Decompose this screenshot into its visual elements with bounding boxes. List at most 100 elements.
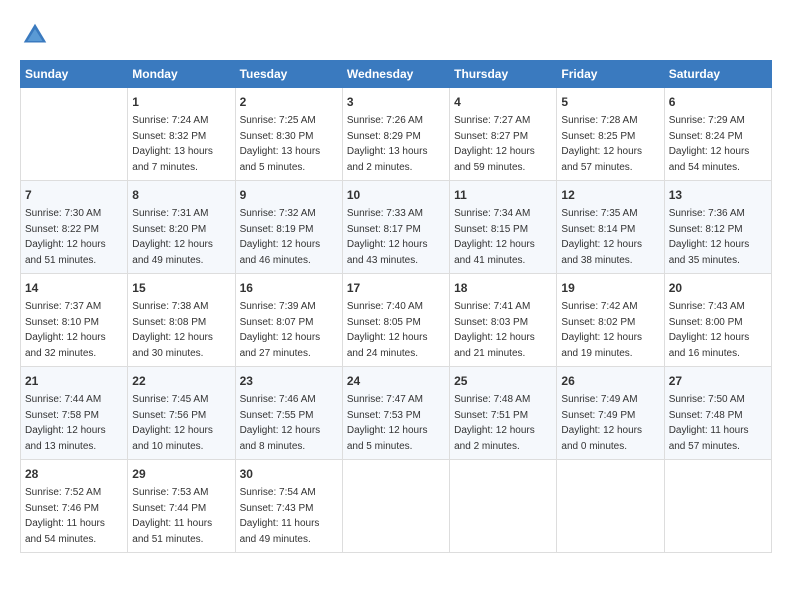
calendar-cell: 21 Sunrise: 7:44 AM Sunset: 7:58 PM Dayli… (21, 367, 128, 460)
calendar-cell: 18 Sunrise: 7:41 AM Sunset: 8:03 PM Dayli… (450, 274, 557, 367)
day-number: 25 (454, 372, 552, 390)
day-number: 9 (240, 186, 338, 204)
calendar-cell: 30Sunrise: 7:54 AM Sunset: 7:43 PM Dayli… (235, 460, 342, 553)
cell-content: Sunrise: 7:46 AM Sunset: 7:55 PM Dayligh… (240, 392, 338, 454)
day-number: 4 (454, 93, 552, 111)
cell-content: Sunrise: 7:42 AM Sunset: 8:02 PM Dayligh… (561, 299, 659, 361)
cell-content: Sunrise: 7:31 AM Sunset: 8:20 PM Dayligh… (132, 206, 230, 268)
calendar-cell: 24Sunrise: 7:47 AM Sunset: 7:53 PM Dayli… (342, 367, 449, 460)
calendar-cell: 3Sunrise: 7:26 AM Sunset: 8:29 PM Daylig… (342, 88, 449, 181)
calendar-cell (450, 460, 557, 553)
cell-content: Sunrise: 7:44 AM Sunset: 7:58 PM Dayligh… (25, 392, 123, 454)
cell-content: Sunrise: 7:34 AM Sunset: 8:15 PM Dayligh… (454, 206, 552, 268)
cell-content: Sunrise: 7:27 AM Sunset: 8:27 PM Dayligh… (454, 113, 552, 175)
calendar-cell (664, 460, 771, 553)
day-number: 18 (454, 279, 552, 297)
calendar-cell: 8 Sunrise: 7:31 AM Sunset: 8:20 PM Daylig… (128, 181, 235, 274)
column-header-monday: Monday (128, 61, 235, 88)
day-number: 21 (25, 372, 123, 390)
cell-content: Sunrise: 7:53 AM Sunset: 7:44 PM Dayligh… (132, 485, 230, 547)
day-number: 8 (132, 186, 230, 204)
week-row: 14Sunrise: 7:37 AM Sunset: 8:10 PM Dayli… (21, 274, 772, 367)
day-number: 26 (561, 372, 659, 390)
column-header-wednesday: Wednesday (342, 61, 449, 88)
calendar-cell: 25 Sunrise: 7:48 AM Sunset: 7:51 PM Dayli… (450, 367, 557, 460)
calendar-cell: 16 Sunrise: 7:39 AM Sunset: 8:07 PM Dayli… (235, 274, 342, 367)
day-number: 28 (25, 465, 123, 483)
cell-content: Sunrise: 7:35 AM Sunset: 8:14 PM Dayligh… (561, 206, 659, 268)
calendar-cell: 15 Sunrise: 7:38 AM Sunset: 8:08 PM Dayli… (128, 274, 235, 367)
cell-content: Sunrise: 7:25 AM Sunset: 8:30 PM Dayligh… (240, 113, 338, 175)
calendar-cell: 9 Sunrise: 7:32 AM Sunset: 8:19 PM Daylig… (235, 181, 342, 274)
calendar-cell: 7 Sunrise: 7:30 AM Sunset: 8:22 PM Daylig… (21, 181, 128, 274)
day-number: 20 (669, 279, 767, 297)
day-number: 12 (561, 186, 659, 204)
cell-content: Sunrise: 7:30 AM Sunset: 8:22 PM Dayligh… (25, 206, 123, 268)
logo-icon (20, 20, 50, 50)
day-number: 19 (561, 279, 659, 297)
week-row: 7 Sunrise: 7:30 AM Sunset: 8:22 PM Daylig… (21, 181, 772, 274)
calendar-cell (557, 460, 664, 553)
day-number: 5 (561, 93, 659, 111)
calendar-cell: 19 Sunrise: 7:42 AM Sunset: 8:02 PM Dayli… (557, 274, 664, 367)
column-header-thursday: Thursday (450, 61, 557, 88)
cell-content: Sunrise: 7:40 AM Sunset: 8:05 PM Dayligh… (347, 299, 445, 361)
header-row: SundayMondayTuesdayWednesdayThursdayFrid… (21, 61, 772, 88)
day-number: 15 (132, 279, 230, 297)
cell-content: Sunrise: 7:38 AM Sunset: 8:08 PM Dayligh… (132, 299, 230, 361)
calendar-cell: 13 Sunrise: 7:36 AM Sunset: 8:12 PM Dayli… (664, 181, 771, 274)
cell-content: Sunrise: 7:41 AM Sunset: 8:03 PM Dayligh… (454, 299, 552, 361)
calendar-cell: 20 Sunrise: 7:43 AM Sunset: 8:00 PM Dayli… (664, 274, 771, 367)
cell-content: Sunrise: 7:26 AM Sunset: 8:29 PM Dayligh… (347, 113, 445, 175)
day-number: 14 (25, 279, 123, 297)
day-number: 29 (132, 465, 230, 483)
day-number: 17 (347, 279, 445, 297)
calendar-cell: 23 Sunrise: 7:46 AM Sunset: 7:55 PM Dayli… (235, 367, 342, 460)
cell-content: Sunrise: 7:39 AM Sunset: 8:07 PM Dayligh… (240, 299, 338, 361)
calendar-cell (21, 88, 128, 181)
column-header-tuesday: Tuesday (235, 61, 342, 88)
column-header-saturday: Saturday (664, 61, 771, 88)
calendar-cell: 5 Sunrise: 7:28 AM Sunset: 8:25 PM Daylig… (557, 88, 664, 181)
cell-content: Sunrise: 7:52 AM Sunset: 7:46 PM Dayligh… (25, 485, 123, 547)
calendar-cell: 10 Sunrise: 7:33 AM Sunset: 8:17 PM Dayli… (342, 181, 449, 274)
column-header-friday: Friday (557, 61, 664, 88)
column-header-sunday: Sunday (21, 61, 128, 88)
cell-content: Sunrise: 7:50 AM Sunset: 7:48 PM Dayligh… (669, 392, 767, 454)
calendar-cell (342, 460, 449, 553)
day-number: 7 (25, 186, 123, 204)
day-number: 2 (240, 93, 338, 111)
day-number: 22 (132, 372, 230, 390)
calendar-cell: 14Sunrise: 7:37 AM Sunset: 8:10 PM Dayli… (21, 274, 128, 367)
page-header (20, 20, 772, 50)
calendar-cell: 27 Sunrise: 7:50 AM Sunset: 7:48 PM Dayli… (664, 367, 771, 460)
day-number: 23 (240, 372, 338, 390)
calendar-cell: 17 Sunrise: 7:40 AM Sunset: 8:05 PM Dayli… (342, 274, 449, 367)
cell-content: Sunrise: 7:54 AM Sunset: 7:43 PM Dayligh… (240, 485, 338, 547)
calendar-cell: 4 Sunrise: 7:27 AM Sunset: 8:27 PM Daylig… (450, 88, 557, 181)
day-number: 16 (240, 279, 338, 297)
calendar-cell: 22 Sunrise: 7:45 AM Sunset: 7:56 PM Dayli… (128, 367, 235, 460)
cell-content: Sunrise: 7:48 AM Sunset: 7:51 PM Dayligh… (454, 392, 552, 454)
calendar-cell: 2 Sunrise: 7:25 AM Sunset: 8:30 PM Daylig… (235, 88, 342, 181)
cell-content: Sunrise: 7:36 AM Sunset: 8:12 PM Dayligh… (669, 206, 767, 268)
day-number: 1 (132, 93, 230, 111)
calendar-cell: 29 Sunrise: 7:53 AM Sunset: 7:44 PM Dayli… (128, 460, 235, 553)
day-number: 10 (347, 186, 445, 204)
cell-content: Sunrise: 7:28 AM Sunset: 8:25 PM Dayligh… (561, 113, 659, 175)
calendar-cell: 1Sunrise: 7:24 AM Sunset: 8:32 PM Daylig… (128, 88, 235, 181)
cell-content: Sunrise: 7:45 AM Sunset: 7:56 PM Dayligh… (132, 392, 230, 454)
day-number: 11 (454, 186, 552, 204)
logo (20, 20, 54, 50)
day-number: 24 (347, 372, 445, 390)
cell-content: Sunrise: 7:43 AM Sunset: 8:00 PM Dayligh… (669, 299, 767, 361)
day-number: 13 (669, 186, 767, 204)
week-row: 28 Sunrise: 7:52 AM Sunset: 7:46 PM Dayli… (21, 460, 772, 553)
cell-content: Sunrise: 7:33 AM Sunset: 8:17 PM Dayligh… (347, 206, 445, 268)
calendar-cell: 28 Sunrise: 7:52 AM Sunset: 7:46 PM Dayli… (21, 460, 128, 553)
week-row: 1Sunrise: 7:24 AM Sunset: 8:32 PM Daylig… (21, 88, 772, 181)
calendar-table: SundayMondayTuesdayWednesdayThursdayFrid… (20, 60, 772, 553)
day-number: 27 (669, 372, 767, 390)
cell-content: Sunrise: 7:32 AM Sunset: 8:19 PM Dayligh… (240, 206, 338, 268)
calendar-cell: 6Sunrise: 7:29 AM Sunset: 8:24 PM Daylig… (664, 88, 771, 181)
